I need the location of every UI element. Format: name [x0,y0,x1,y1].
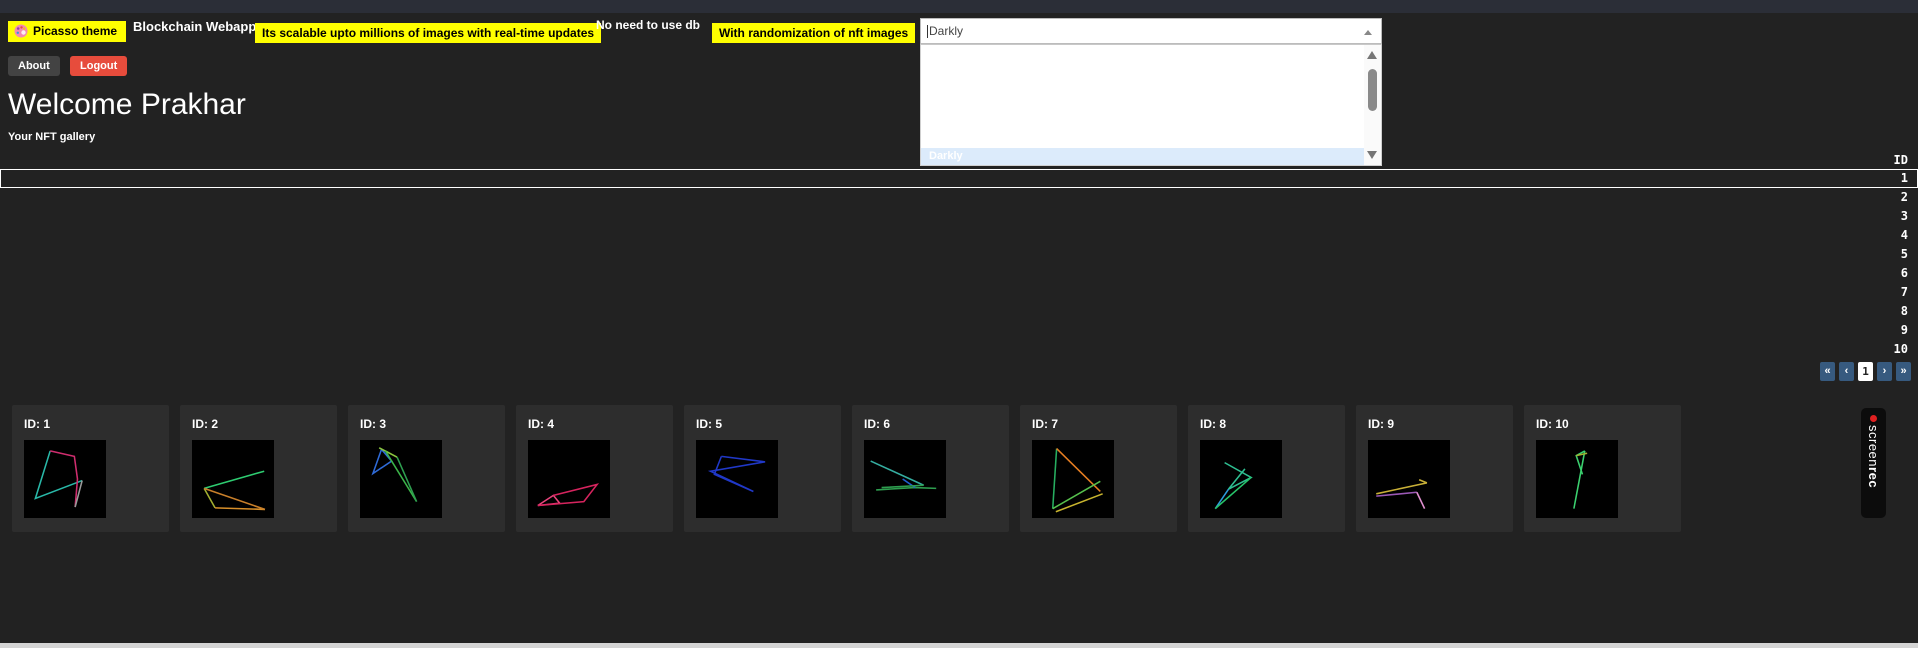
top-navbar [0,0,1918,13]
nft-card: ID: 9 [1356,405,1513,532]
nft-card: ID: 5 [684,405,841,532]
logout-button[interactable]: Logout [70,56,128,76]
id-table-row[interactable]: 6 [0,264,1918,283]
id-column-header: ID [1893,153,1908,167]
screenrec-label-bold: rec [1866,467,1881,489]
nft-card-id-label: ID: 5 [696,417,723,431]
nft-image [528,440,610,518]
pagination-last[interactable]: » [1896,362,1911,381]
nft-image [1368,440,1450,518]
theme-select-input[interactable]: Darkly [920,18,1382,44]
picasso-theme-label: Picasso theme [33,24,118,38]
nft-image [24,440,106,518]
nft-card-id-label: ID: 2 [192,417,219,431]
no-db-note: No need to use db [596,18,701,32]
scroll-up-icon[interactable] [1367,51,1377,59]
nft-image [1536,440,1618,518]
id-table-row[interactable]: 4 [0,226,1918,245]
nft-card: ID: 7 [1020,405,1177,532]
pagination-page-1[interactable]: 1 [1858,362,1873,381]
nft-card-id-label: ID: 3 [360,417,387,431]
screenrec-label: screenrec [1866,425,1881,489]
nft-card: ID: 2 [180,405,337,532]
nft-card-id-label: ID: 1 [24,417,51,431]
record-dot-icon [1870,415,1877,422]
id-table-row[interactable]: 10 [0,340,1918,359]
id-table-row[interactable]: 3 [0,207,1918,226]
nft-card-id-label: ID: 9 [1368,417,1395,431]
nft-image [1032,440,1114,518]
pagination-prev[interactable]: ‹ [1839,362,1854,381]
nft-card-id-label: ID: 10 [1536,417,1569,431]
nft-card-id-label: ID: 8 [1200,417,1227,431]
theme-select: Darkly Darkly [920,18,1382,166]
nft-card: ID: 3 [348,405,505,532]
nft-image [696,440,778,518]
nft-card: ID: 10 [1524,405,1681,532]
id-table-body: 1 2 3 4 5 6 7 8 9 10 [0,169,1918,359]
randomization-badge: With randomization of nft images [712,23,916,43]
id-table-row[interactable]: 2 [0,188,1918,207]
scalable-badge: Its scalable upto millions of images wit… [255,23,602,43]
app-title: Blockchain Webapp [133,19,257,34]
about-button[interactable]: About [8,56,60,76]
nft-card: ID: 6 [852,405,1009,532]
scrollbar-thumb[interactable] [1368,69,1377,111]
id-table-row[interactable]: 7 [0,283,1918,302]
gallery-subtitle: Your NFT gallery [8,131,96,143]
nft-image [360,440,442,518]
nft-card: ID: 1 [12,405,169,532]
nft-card: ID: 8 [1188,405,1345,532]
nft-image [864,440,946,518]
nft-card-id-label: ID: 7 [1032,417,1059,431]
screenrec-label-regular: screen [1866,425,1881,468]
screenrec-watermark: screenrec [1861,408,1886,518]
chevron-up-icon[interactable] [1364,30,1372,35]
horizontal-scrollbar[interactable] [0,643,1918,648]
theme-select-value: Darkly [929,24,964,38]
text-cursor [927,24,928,38]
nft-image [192,440,274,518]
id-table-row[interactable]: 9 [0,321,1918,340]
picasso-theme-button[interactable]: Picasso theme [8,21,127,42]
id-table-row[interactable]: 1 [0,169,1918,188]
pagination-first[interactable]: « [1820,362,1835,381]
nft-card-id-label: ID: 4 [528,417,555,431]
nft-card-id-label: ID: 6 [864,417,891,431]
id-table-row[interactable]: 8 [0,302,1918,321]
palette-icon [14,24,28,38]
id-table: ID 1 2 3 4 5 6 7 8 9 10 [0,152,1918,359]
id-table-row[interactable]: 5 [0,245,1918,264]
pagination: «‹ 1 ›» [1820,362,1911,381]
pagination-next[interactable]: › [1877,362,1892,381]
welcome-heading: Welcome Prakhar [8,88,246,121]
listbox-scrollbar[interactable] [1364,45,1381,165]
nft-image [1200,440,1282,518]
nft-card: ID: 4 [516,405,673,532]
nft-card-row: ID: 1 ID: 2 ID: 3 ID: 4 ID: 5 ID: 6 ID: 7 ID: 8… [12,405,1681,532]
theme-select-listbox: Darkly [920,44,1382,166]
